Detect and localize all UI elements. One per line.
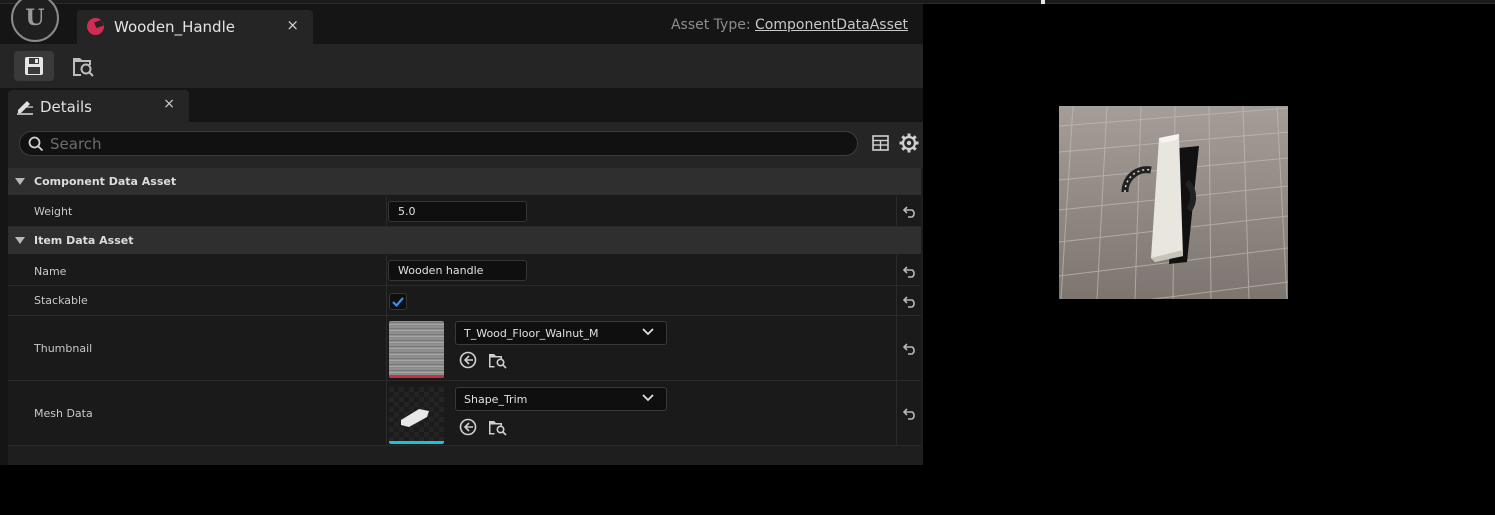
reset-column-divider xyxy=(896,316,897,380)
reset-column-divider xyxy=(896,196,897,226)
details-panel: Component Data Asset Weight 5.0 Item Dat… xyxy=(8,122,923,465)
reset-to-default-icon[interactable] xyxy=(903,295,917,308)
property-row-thumbnail: Thumbnail T_Wood_Floor_Walnut_M xyxy=(8,316,921,381)
thumbnail-asset-combo[interactable]: T_Wood_Floor_Walnut_M xyxy=(455,321,667,345)
unreal-logo-icon[interactable]: U xyxy=(11,0,59,42)
mesh-type-bar xyxy=(389,441,444,444)
panel-tab-bar: Details × xyxy=(0,88,923,122)
use-selected-asset-icon[interactable] xyxy=(459,418,477,436)
name-field[interactable]: Wooden handle xyxy=(388,260,527,281)
reset-to-default-icon[interactable] xyxy=(903,342,917,355)
search-input[interactable] xyxy=(50,134,830,153)
screen: U Wooden_Handle × Asset Type: ComponentD… xyxy=(0,0,1495,515)
asset-editor-window: U Wooden_Handle × Asset Type: ComponentD… xyxy=(0,0,923,465)
pencil-icon xyxy=(17,101,33,115)
checkmark-icon xyxy=(392,297,404,308)
property-matrix-icon[interactable] xyxy=(872,135,889,151)
category-component-data-asset[interactable]: Component Data Asset xyxy=(8,168,921,196)
category-item-data-asset[interactable]: Item Data Asset xyxy=(8,227,921,255)
collapse-arrow-icon xyxy=(15,178,25,185)
top-border-marker xyxy=(1041,0,1045,4)
toolbar xyxy=(0,44,923,88)
title-bar: U Wooden_Handle × Asset Type: ComponentD… xyxy=(0,0,923,44)
close-details-button[interactable]: × xyxy=(163,96,175,112)
reset-to-default-icon[interactable] xyxy=(903,265,917,278)
thumbnail-asset-name: T_Wood_Floor_Walnut_M xyxy=(464,327,599,340)
reset-column-divider xyxy=(896,255,897,285)
collapse-arrow-icon xyxy=(15,237,25,244)
mesh-asset-name: Shape_Trim xyxy=(464,393,528,406)
save-icon xyxy=(25,57,43,75)
gear-icon[interactable] xyxy=(899,133,919,153)
details-tab[interactable]: Details × xyxy=(8,90,189,122)
use-selected-asset-icon[interactable] xyxy=(459,351,477,369)
property-row-weight: Weight 5.0 xyxy=(8,196,921,227)
reset-column-divider xyxy=(896,381,897,445)
browse-to-asset-icon xyxy=(73,58,94,77)
search-row xyxy=(8,122,923,168)
column-divider[interactable] xyxy=(386,255,387,285)
property-name-name: Name xyxy=(34,265,67,278)
mesh-preview-icon xyxy=(401,409,429,427)
asset-type-info: Asset Type: ComponentDataAsset xyxy=(671,17,908,33)
property-row-mesh-data: Mesh Data Shape_Trim xyxy=(8,381,921,446)
mesh-thumbnail[interactable] xyxy=(389,387,444,444)
chevron-down-icon xyxy=(642,394,654,402)
asset-type-link[interactable]: ComponentDataAsset xyxy=(755,17,908,33)
texture-type-bar xyxy=(389,375,444,378)
close-tab-button[interactable]: × xyxy=(286,16,299,34)
chevron-down-icon xyxy=(642,328,654,336)
save-button[interactable] xyxy=(14,51,54,81)
browse-asset-icon[interactable] xyxy=(488,351,508,369)
property-row-stackable: Stackable xyxy=(8,286,921,316)
property-name-mesh-data: Mesh Data xyxy=(34,407,93,420)
browse-asset-icon[interactable] xyxy=(488,418,508,436)
browse-to-asset-button[interactable] xyxy=(63,51,103,81)
column-divider[interactable] xyxy=(386,316,387,380)
property-row-name: Name Wooden handle xyxy=(8,255,921,286)
category-label: Component Data Asset xyxy=(34,175,177,188)
column-divider[interactable] xyxy=(386,196,387,226)
reset-column-divider xyxy=(896,286,897,315)
reset-to-default-icon[interactable] xyxy=(903,205,917,218)
reset-to-default-icon[interactable] xyxy=(903,407,917,420)
stackable-checkbox[interactable] xyxy=(389,293,407,310)
texture-thumbnail[interactable] xyxy=(389,321,444,378)
data-asset-icon xyxy=(87,18,104,35)
column-divider[interactable] xyxy=(386,286,387,315)
asset-tab[interactable]: Wooden_Handle × xyxy=(77,10,313,44)
property-name-stackable: Stackable xyxy=(34,294,88,307)
viewport-preview[interactable] xyxy=(1059,106,1288,299)
search-box[interactable] xyxy=(19,131,858,156)
asset-type-label: Asset Type: xyxy=(670,17,751,33)
property-name-weight: Weight xyxy=(34,205,73,218)
asset-tab-label: Wooden_Handle xyxy=(114,18,235,36)
details-tab-label: Details xyxy=(40,98,93,116)
search-icon xyxy=(28,136,44,152)
viewport-scene xyxy=(1059,106,1288,299)
category-label: Item Data Asset xyxy=(34,234,134,247)
column-divider[interactable] xyxy=(386,381,387,445)
weight-field[interactable]: 5.0 xyxy=(388,201,527,222)
mesh-asset-combo[interactable]: Shape_Trim xyxy=(455,387,667,411)
property-name-thumbnail: Thumbnail xyxy=(34,342,93,355)
